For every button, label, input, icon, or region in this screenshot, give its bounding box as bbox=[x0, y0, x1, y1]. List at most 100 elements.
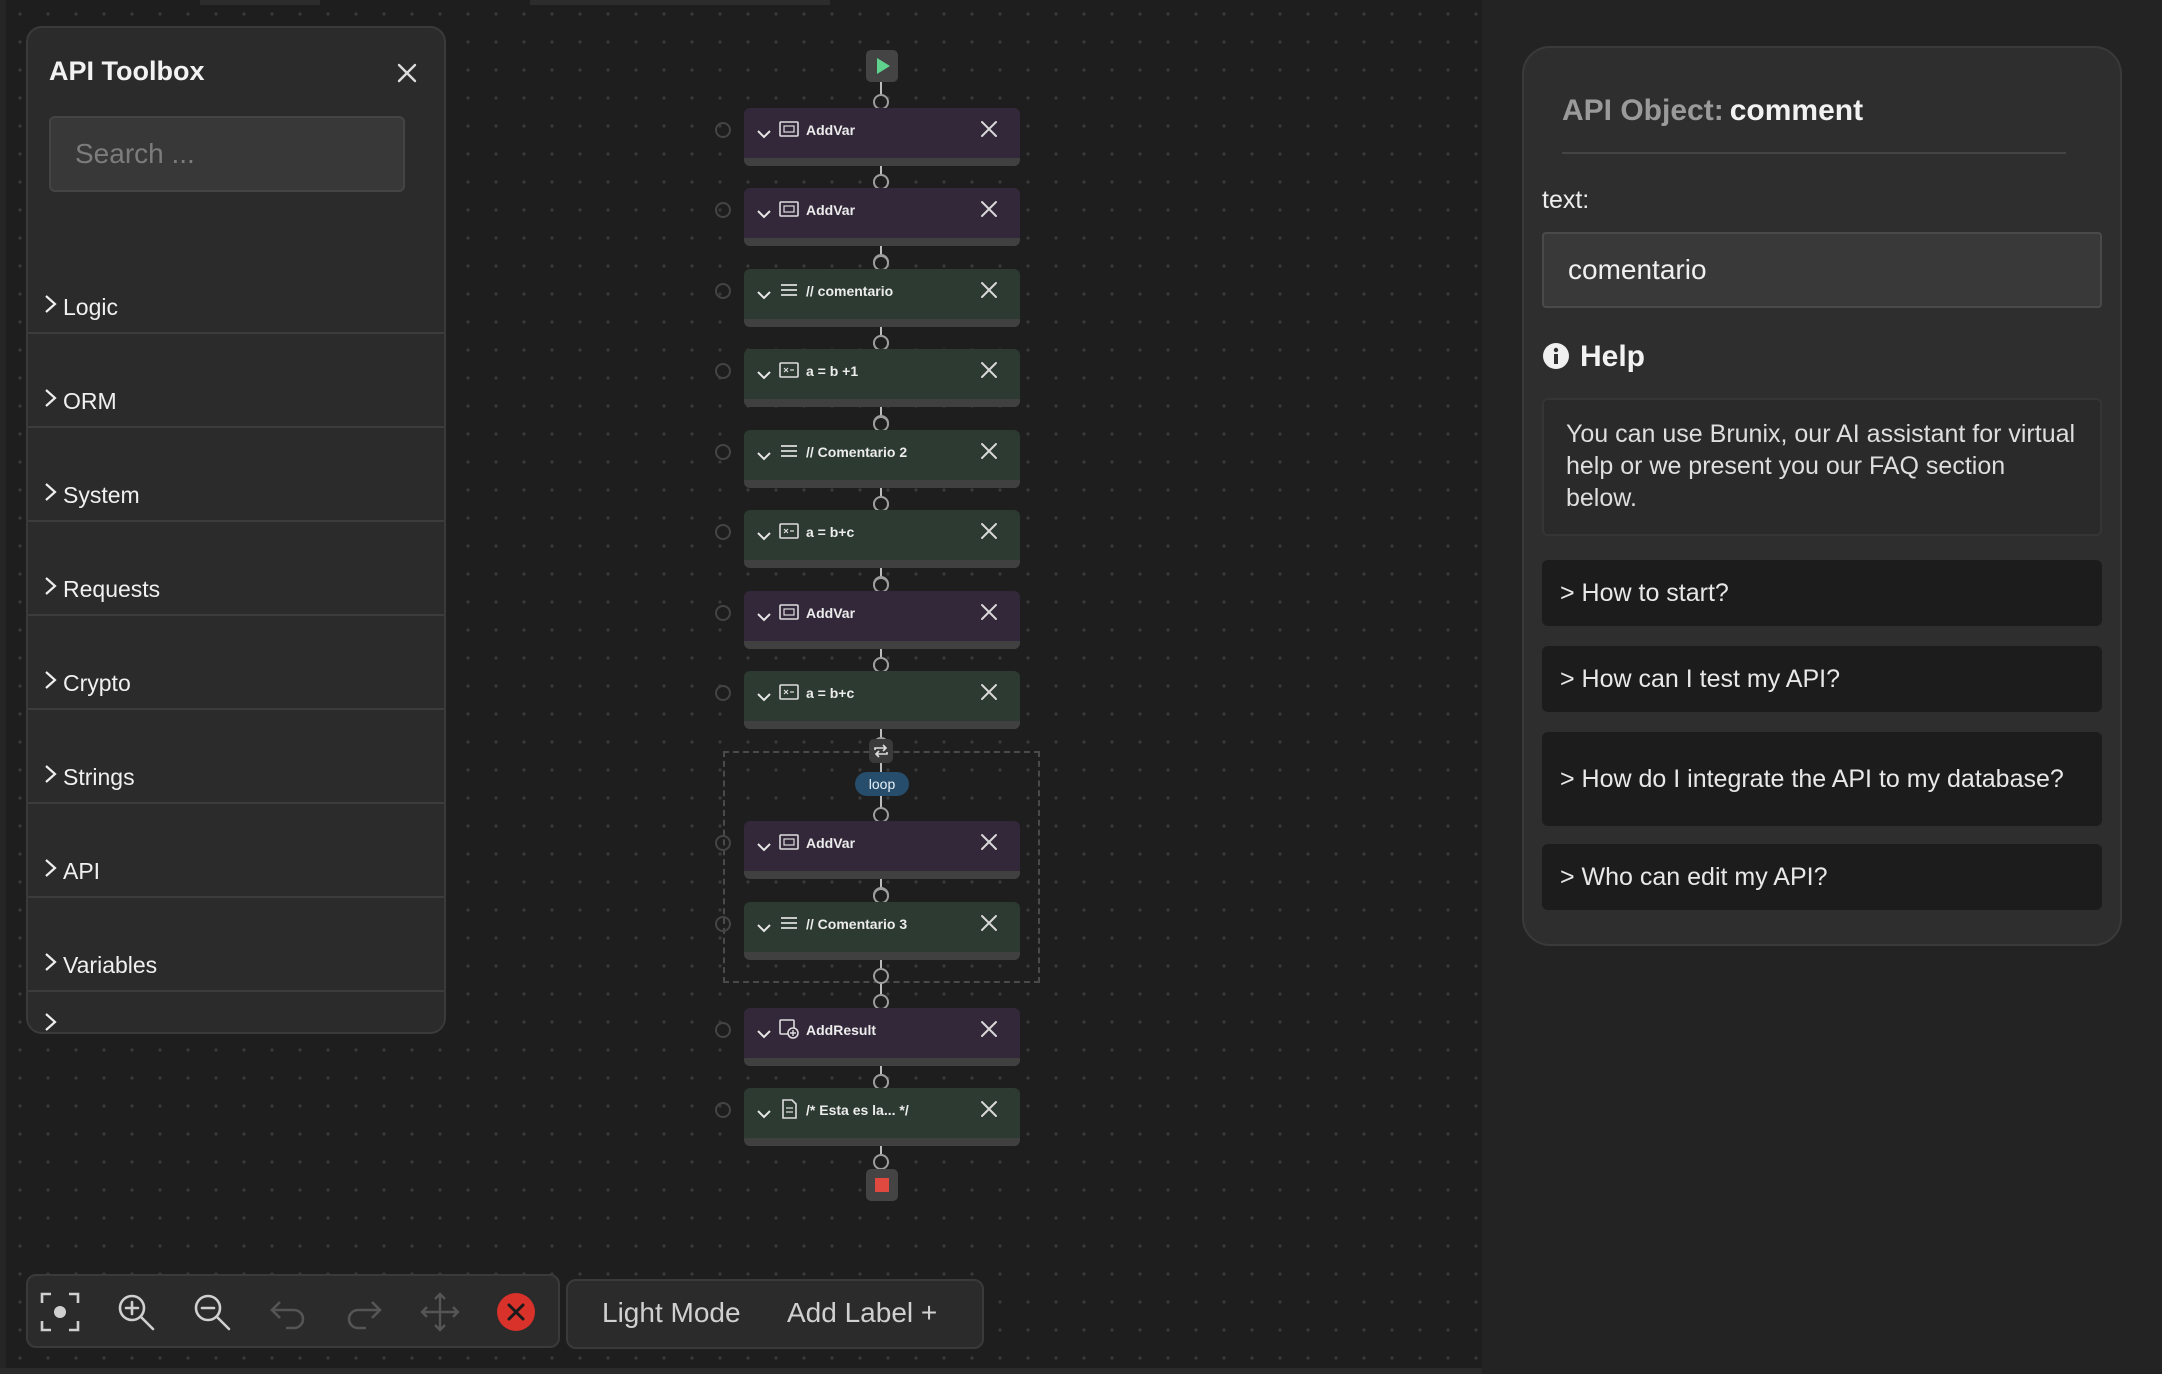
flow-node[interactable]: AddVar bbox=[744, 108, 1020, 166]
faq-who-can-edit[interactable]: > Who can edit my API? bbox=[1542, 844, 2102, 910]
category-partial-hidden[interactable] bbox=[28, 998, 444, 1032]
category-logic[interactable]: Logic bbox=[28, 238, 444, 334]
loop-icon[interactable] bbox=[869, 739, 893, 763]
panel-title-value: comment bbox=[1729, 94, 1864, 127]
node-side-handle[interactable] bbox=[715, 1102, 731, 1118]
node-label: AddVar bbox=[806, 122, 856, 138]
loop-label: loop bbox=[855, 772, 909, 796]
flow-node[interactable]: // comentario bbox=[744, 269, 1020, 327]
faq-test-api[interactable]: > How can I test my API? bbox=[1542, 646, 2102, 712]
comment-lines-icon bbox=[781, 284, 797, 296]
category-label: Logic bbox=[63, 294, 118, 320]
flow-node[interactable]: a = b+c bbox=[744, 510, 1020, 568]
node-side-handle[interactable] bbox=[715, 524, 731, 540]
flow-node[interactable]: AddResult bbox=[744, 1008, 1020, 1066]
close-icon[interactable] bbox=[979, 280, 999, 300]
search-input[interactable] bbox=[49, 116, 405, 192]
node-side-handle[interactable] bbox=[715, 1022, 731, 1038]
chevron-down-icon[interactable] bbox=[756, 287, 772, 303]
node-side-handle[interactable] bbox=[715, 916, 731, 932]
stop-icon bbox=[875, 1178, 889, 1192]
node-label: a = b+c bbox=[806, 685, 855, 701]
flow-node[interactable]: AddVar bbox=[744, 821, 1020, 879]
chevron-down-icon[interactable] bbox=[756, 1026, 772, 1042]
chevron-down-icon[interactable] bbox=[756, 206, 772, 222]
node-side-handle[interactable] bbox=[715, 685, 731, 701]
close-icon[interactable] bbox=[979, 832, 999, 852]
chevron-down-icon[interactable] bbox=[756, 609, 772, 625]
divider bbox=[1562, 152, 2066, 154]
category-crypto[interactable]: Crypto bbox=[28, 614, 444, 710]
node-side-handle[interactable] bbox=[715, 122, 731, 138]
category-strings[interactable]: Strings bbox=[28, 708, 444, 804]
chevron-down-icon[interactable] bbox=[756, 839, 772, 855]
node-side-handle[interactable] bbox=[715, 835, 731, 851]
delete-all-icon[interactable] bbox=[494, 1290, 538, 1334]
node-footer bbox=[744, 399, 1020, 407]
flow-node[interactable]: AddVar bbox=[744, 188, 1020, 246]
node-side-handle[interactable] bbox=[715, 283, 731, 299]
chevron-down-icon[interactable] bbox=[756, 1106, 772, 1122]
category-orm[interactable]: ORM bbox=[28, 332, 444, 428]
close-icon[interactable] bbox=[979, 602, 999, 622]
node-label: a = b +1 bbox=[806, 363, 859, 379]
zoom-out-icon[interactable] bbox=[190, 1290, 234, 1334]
chevron-right-icon bbox=[45, 389, 57, 407]
close-icon[interactable] bbox=[979, 682, 999, 702]
move-icon[interactable] bbox=[418, 1290, 462, 1334]
chevron-down-icon[interactable] bbox=[756, 367, 772, 383]
api-object-panel: API Object:comment text: Help You can us… bbox=[1522, 46, 2122, 946]
close-icon[interactable] bbox=[979, 199, 999, 219]
canvas-top-scroll-indicator-2 bbox=[530, 0, 830, 5]
undo-icon[interactable] bbox=[266, 1290, 310, 1334]
category-label: API bbox=[63, 858, 101, 884]
close-icon[interactable] bbox=[979, 1019, 999, 1039]
chevron-down-icon[interactable] bbox=[756, 920, 772, 936]
node-side-handle[interactable] bbox=[715, 363, 731, 379]
category-variables[interactable]: Variables bbox=[28, 896, 444, 992]
flow-node[interactable]: /* Esta es la... */ bbox=[744, 1088, 1020, 1146]
node-side-handle[interactable] bbox=[715, 605, 731, 621]
light-mode-button[interactable]: Light Mode bbox=[602, 1297, 741, 1329]
flow-node[interactable]: a = b +1 bbox=[744, 349, 1020, 407]
chevron-right-icon bbox=[45, 577, 57, 595]
add-label-button[interactable]: Add Label + bbox=[787, 1297, 937, 1329]
node-footer bbox=[744, 480, 1020, 488]
flow-node[interactable]: // Comentario 2 bbox=[744, 430, 1020, 488]
category-api[interactable]: API bbox=[28, 802, 444, 898]
chevron-right-icon bbox=[45, 953, 57, 971]
node-label: // Comentario 2 bbox=[806, 444, 908, 460]
chevron-down-icon[interactable] bbox=[756, 528, 772, 544]
chevron-down-icon[interactable] bbox=[756, 126, 772, 142]
close-icon[interactable] bbox=[979, 913, 999, 933]
connector-out[interactable] bbox=[873, 968, 889, 984]
faq-how-to-start[interactable]: > How to start? bbox=[1542, 560, 2102, 626]
node-side-handle[interactable] bbox=[715, 444, 731, 460]
node-side-handle[interactable] bbox=[715, 202, 731, 218]
redo-icon[interactable] bbox=[342, 1290, 386, 1334]
close-icon[interactable] bbox=[979, 1099, 999, 1119]
chevron-right-icon bbox=[45, 765, 57, 783]
flow-node[interactable]: a = b+c bbox=[744, 671, 1020, 729]
start-node[interactable] bbox=[866, 50, 898, 82]
close-icon[interactable] bbox=[979, 360, 999, 380]
close-icon[interactable] bbox=[979, 119, 999, 139]
close-icon[interactable] bbox=[979, 521, 999, 541]
zoom-in-icon[interactable] bbox=[114, 1290, 158, 1334]
panel-title: API Object: comment bbox=[1562, 94, 1863, 128]
close-icon[interactable] bbox=[390, 56, 424, 90]
chevron-down-icon[interactable] bbox=[756, 689, 772, 705]
chevron-down-icon[interactable] bbox=[756, 448, 772, 464]
node-footer bbox=[744, 319, 1020, 327]
flow-node[interactable]: AddVar bbox=[744, 591, 1020, 649]
category-requests[interactable]: Requests bbox=[28, 520, 444, 616]
flow-node[interactable]: // Comentario 3 bbox=[744, 902, 1020, 960]
text-field[interactable] bbox=[1542, 232, 2102, 308]
connector-out[interactable] bbox=[873, 1154, 889, 1170]
stop-node[interactable] bbox=[866, 1169, 898, 1201]
focus-center-icon[interactable] bbox=[38, 1290, 82, 1334]
faq-integrate-database[interactable]: > How do I integrate the API to my datab… bbox=[1542, 732, 2102, 826]
node-footer bbox=[744, 238, 1020, 246]
category-system[interactable]: System bbox=[28, 426, 444, 522]
close-icon[interactable] bbox=[979, 441, 999, 461]
